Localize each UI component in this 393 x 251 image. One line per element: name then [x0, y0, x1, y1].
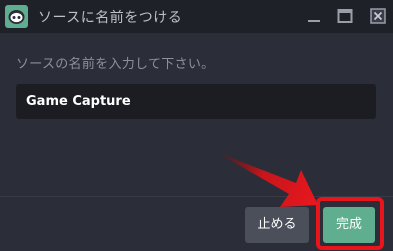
footer-divider	[0, 196, 393, 197]
window-title: ソースに名前をつける	[38, 10, 183, 26]
source-name-input[interactable]: Game Capture	[16, 84, 376, 119]
stop-button[interactable]: 止める	[245, 207, 309, 243]
done-button[interactable]: 完成	[323, 207, 375, 243]
close-icon[interactable]	[370, 8, 386, 24]
name-prompt-label: ソースの名前を入力して下さい。	[16, 57, 215, 72]
app-logo-icon	[5, 5, 28, 28]
rename-source-dialog: ソースに名前をつける ソースの名前を入力して下さい。 Game Capture …	[0, 0, 393, 251]
maximize-icon[interactable]	[337, 8, 353, 24]
title-bar: ソースに名前をつける	[0, 0, 393, 33]
minimize-icon[interactable]	[306, 8, 322, 24]
